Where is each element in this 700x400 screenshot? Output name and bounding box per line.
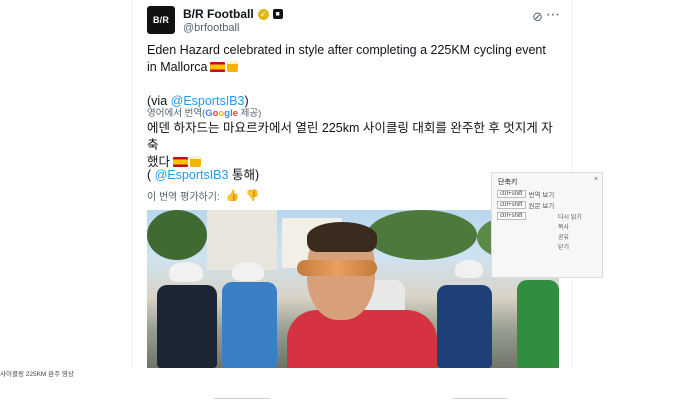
shortcut-list-item[interactable]: 닫기 xyxy=(558,243,582,253)
video-caption: 사이클링 225KM 완주 영상 xyxy=(0,371,74,378)
shortcut-list-item[interactable]: 다시 읽기 xyxy=(558,213,582,223)
shortcut-list: 다시 읽기 복사 공유 닫기 xyxy=(558,213,582,253)
hair xyxy=(307,222,377,252)
shortcut-chip: ctrl+shift xyxy=(497,201,526,209)
thumbs-down-icon[interactable]: 👎 xyxy=(245,189,259,202)
shortcut-chip: ctrl+shift xyxy=(497,212,526,220)
shortcut-item[interactable]: ctrl+shift xyxy=(497,212,529,220)
divider xyxy=(452,398,508,399)
translated-line1: 에덴 하자드는 마요르카에서 열린 225km 사이클링 대회를 완주한 후 멋… xyxy=(147,121,553,152)
cyclist xyxy=(517,280,559,368)
shortcut-item[interactable]: ctrl+shift 원문 보기 xyxy=(497,201,555,210)
name-row: B/R Football ✓ ■ xyxy=(183,7,283,21)
grok-icon[interactable]: ⊘ xyxy=(532,9,543,25)
avatar[interactable]: B/R xyxy=(147,6,175,34)
translation-suffix: 제공) xyxy=(238,108,262,119)
helmet xyxy=(169,262,203,282)
shortcut-panel-title: 단축키 xyxy=(498,179,518,186)
translation-note: 영어에서 번역(Google 제공) xyxy=(147,105,261,119)
beer-icon xyxy=(227,61,239,72)
interviewee-shirt xyxy=(287,310,437,368)
ko-via-close: 통해) xyxy=(228,168,260,182)
shortcut-label: 원문 보기 xyxy=(528,203,555,210)
mention-link[interactable]: @EsportsIB3 xyxy=(155,168,229,182)
shortcut-label: 번역 보기 xyxy=(528,192,555,199)
handle[interactable]: @brfootball xyxy=(183,22,239,34)
ko-via-open: ( xyxy=(147,168,155,182)
cyclist xyxy=(222,282,277,368)
affiliate-badge-icon[interactable]: ■ xyxy=(272,9,283,19)
shortcut-chip: ctrl+shift xyxy=(497,190,526,198)
tree xyxy=(147,210,207,260)
more-icon[interactable]: ⋯ xyxy=(546,6,561,23)
cyclist xyxy=(157,285,217,368)
google-letter: G xyxy=(205,108,213,119)
shortcut-list-item[interactable]: 복사 xyxy=(558,223,582,233)
tweet-text-line1: Eden Hazard celebrated in style after co… xyxy=(147,43,546,57)
tweet-text-line2: in Mallorca xyxy=(147,60,208,74)
rate-translation-label: 이 번역 평가하기: xyxy=(147,192,220,203)
sunglasses xyxy=(297,260,377,276)
tree xyxy=(367,210,477,260)
shortcut-item[interactable]: ctrl+shift 번역 보기 xyxy=(497,190,555,199)
translation-prefix: 영어에서 번역( xyxy=(147,108,206,119)
tweet-text: Eden Hazard celebrated in style after co… xyxy=(147,42,563,110)
helmet xyxy=(232,262,264,281)
spain-flag-icon xyxy=(210,62,226,72)
rate-translation-row: 이 번역 평가하기: 👍 👎 xyxy=(147,188,259,203)
cyclist xyxy=(437,285,492,368)
helmet xyxy=(455,260,483,278)
translated-via-line: ( @EsportsIB3 통해) xyxy=(147,164,259,183)
divider xyxy=(214,398,270,399)
shortcut-panel: 단축키 × ctrl+shift 번역 보기 ctrl+shift 원문 보기 … xyxy=(491,172,603,278)
close-icon[interactable]: × xyxy=(594,176,598,183)
shortcut-list-item[interactable]: 공유 xyxy=(558,233,582,243)
building xyxy=(207,210,277,270)
display-name[interactable]: B/R Football xyxy=(183,7,254,21)
verified-badge-icon: ✓ xyxy=(257,8,269,20)
tweet-header: B/R B/R Football ✓ ■ @brfootball ⊘ ⋯ xyxy=(147,6,567,36)
thumbs-up-icon[interactable]: 👍 xyxy=(226,189,240,202)
